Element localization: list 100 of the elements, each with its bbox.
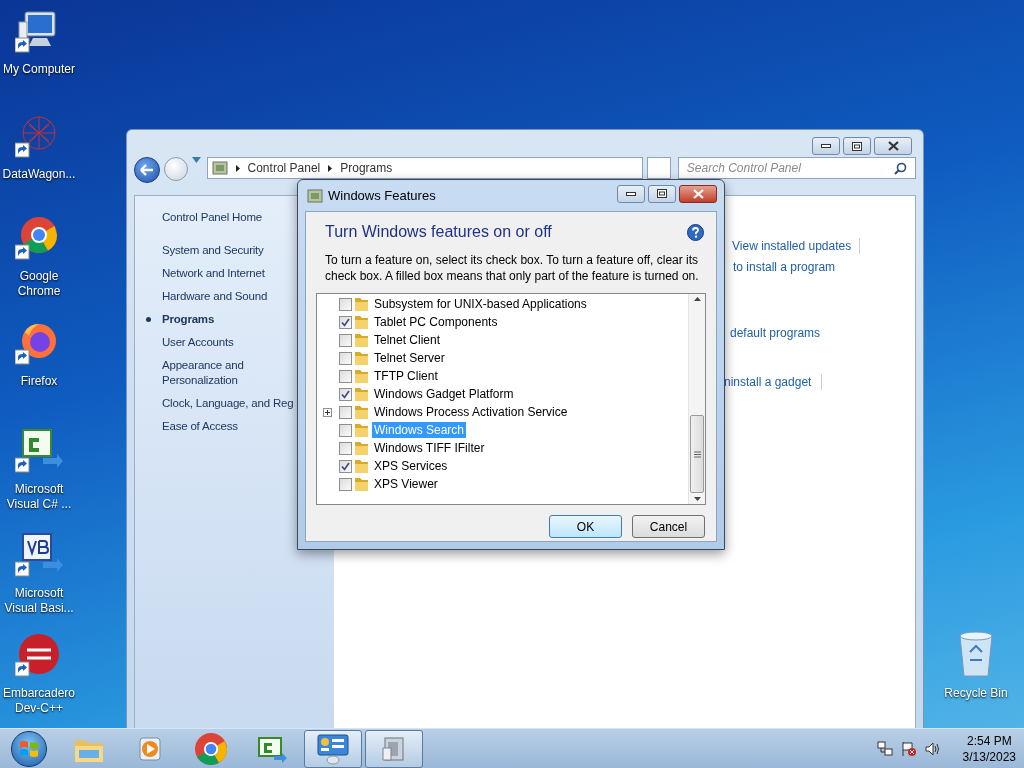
vb-shortcut-icon: [15, 532, 63, 578]
breadcrumb[interactable]: Programs: [340, 159, 393, 177]
checkbox[interactable]: [339, 333, 352, 347]
feature-label[interactable]: Windows Process Activation Service: [372, 404, 570, 420]
code-editor-icon: [256, 734, 288, 763]
cancel-button[interactable]: Cancel: [632, 515, 705, 538]
network-icon[interactable]: [876, 740, 893, 757]
desktop-icon-label[interactable]: Google Chrome: [0, 269, 78, 299]
feature-label[interactable]: XPS Services: [372, 458, 450, 474]
control-panel-icon: [211, 160, 228, 176]
scroll-down-icon[interactable]: [693, 497, 701, 501]
back-arrow-icon: [139, 164, 154, 176]
desktop-icon-label[interactable]: Microsoft Visual C# ...: [0, 482, 78, 512]
maximize-button[interactable]: [648, 184, 676, 203]
maximize-icon: [657, 189, 667, 198]
folder-icon: [354, 476, 369, 492]
checkbox[interactable]: [339, 441, 352, 455]
close-button[interactable]: [679, 184, 717, 203]
close-button[interactable]: [874, 137, 912, 155]
nav-link[interactable]: Appearance and Personalization: [162, 358, 262, 388]
window-title: Windows Features: [328, 186, 436, 205]
checkbox[interactable]: [339, 351, 352, 365]
dialog-description: To turn a feature on, select its check box. To turn a feature off, clear its check box. A filled box means that only part of the feature is turned on.: [324, 252, 700, 284]
feature-label[interactable]: Telnet Client: [372, 332, 443, 348]
start-button[interactable]: [11, 730, 47, 767]
minimize-icon: [626, 191, 636, 196]
grip-icon: [693, 450, 701, 458]
volume-icon[interactable]: [924, 740, 941, 757]
checkbox[interactable]: [339, 315, 352, 329]
minimize-button[interactable]: [617, 184, 645, 203]
search-placeholder: Search Control Panel: [686, 160, 801, 177]
link[interactable]: View installed updates: [732, 237, 852, 255]
address-bar[interactable]: Control Panel Programs: [206, 157, 643, 179]
feature-label[interactable]: Tablet PC Components: [372, 314, 500, 330]
desktop-icon-label[interactable]: Embarcadero Dev-C++: [0, 686, 78, 716]
checkbox[interactable]: [339, 387, 352, 401]
time: 2:54 PM: [966, 732, 1012, 749]
chrome-icon: [195, 732, 227, 765]
feature-label[interactable]: Subsystem for UNIX-based Applications: [372, 296, 589, 312]
search-field[interactable]: Search Control Panel: [677, 157, 916, 179]
back-button[interactable]: [134, 157, 160, 183]
taskbar-app[interactable]: [365, 729, 423, 768]
folder-icon: [354, 314, 369, 330]
scrollbar[interactable]: [688, 294, 705, 504]
folder-icon: [354, 332, 369, 348]
date: 3/13/2023: [962, 748, 1016, 765]
desktop-icon-label[interactable]: My Computer: [2, 62, 76, 77]
breadcrumb-arrow-icon: [235, 164, 240, 172]
scroll-thumb[interactable]: [690, 415, 704, 493]
checkbox[interactable]: [339, 459, 352, 473]
maximize-button[interactable]: [843, 137, 871, 155]
desktop-icon-label[interactable]: Microsoft Visual Basi...: [0, 586, 78, 616]
link[interactable]: ninstall a gadget: [724, 373, 812, 391]
minimize-icon: [821, 144, 831, 148]
feature-label[interactable]: Windows Gadget Platform: [372, 386, 516, 402]
folder-icon: [354, 422, 369, 438]
checkbox[interactable]: [339, 477, 352, 491]
checkbox[interactable]: [339, 369, 352, 383]
breadcrumb-arrow-icon: [328, 164, 333, 172]
windows-logo-icon: [19, 739, 39, 758]
link[interactable]: default programs: [730, 324, 821, 342]
folder-icon: [354, 458, 369, 474]
maximize-icon: [852, 141, 862, 151]
flag-error-icon[interactable]: [900, 740, 917, 757]
help-icon[interactable]: [687, 223, 704, 241]
breadcrumb[interactable]: Control Panel: [247, 159, 321, 177]
desktop-icon-label[interactable]: DataWagon...: [1, 167, 77, 182]
feature-label[interactable]: Windows TIFF IFilter: [372, 440, 487, 456]
folder-icon: [354, 350, 369, 366]
close-icon: [887, 141, 899, 151]
link[interactable]: to install a program: [733, 258, 836, 276]
expand-icon[interactable]: [323, 407, 332, 417]
checkbox[interactable]: [339, 423, 352, 437]
checkbox[interactable]: [339, 405, 352, 419]
feature-label[interactable]: XPS Viewer: [372, 476, 440, 492]
control-panel-icon: [316, 732, 350, 765]
ok-button[interactable]: OK: [549, 515, 622, 538]
minimize-button[interactable]: [812, 137, 840, 155]
play-icon: [136, 734, 164, 763]
clock[interactable]: 2:54 PM 3/13/2023: [962, 732, 1016, 765]
folder-icon: [354, 404, 369, 420]
folder-icon: [354, 386, 369, 402]
scroll-up-icon[interactable]: [693, 297, 701, 301]
checkbox[interactable]: [339, 297, 352, 311]
taskbar-app[interactable]: [304, 729, 362, 768]
folder-icon: [354, 296, 369, 312]
feature-label[interactable]: TFTP Client: [372, 368, 440, 384]
close-icon: [692, 188, 704, 199]
folder-icon: [354, 368, 369, 384]
window-icon: [307, 187, 323, 204]
dialog-heading: Turn Windows features on or off: [325, 222, 552, 242]
refresh-button[interactable]: [647, 157, 671, 179]
dropdown-caret-icon[interactable]: [191, 157, 201, 163]
csharp-shortcut-icon: [15, 428, 63, 474]
feature-label[interactable]: Telnet Server: [372, 350, 447, 366]
folder-icon: [354, 440, 369, 456]
bullet-icon: [146, 317, 151, 322]
search-icon: [893, 161, 907, 175]
desktop-icon-label[interactable]: Firefox: [19, 374, 59, 389]
check-icon: [341, 461, 350, 471]
